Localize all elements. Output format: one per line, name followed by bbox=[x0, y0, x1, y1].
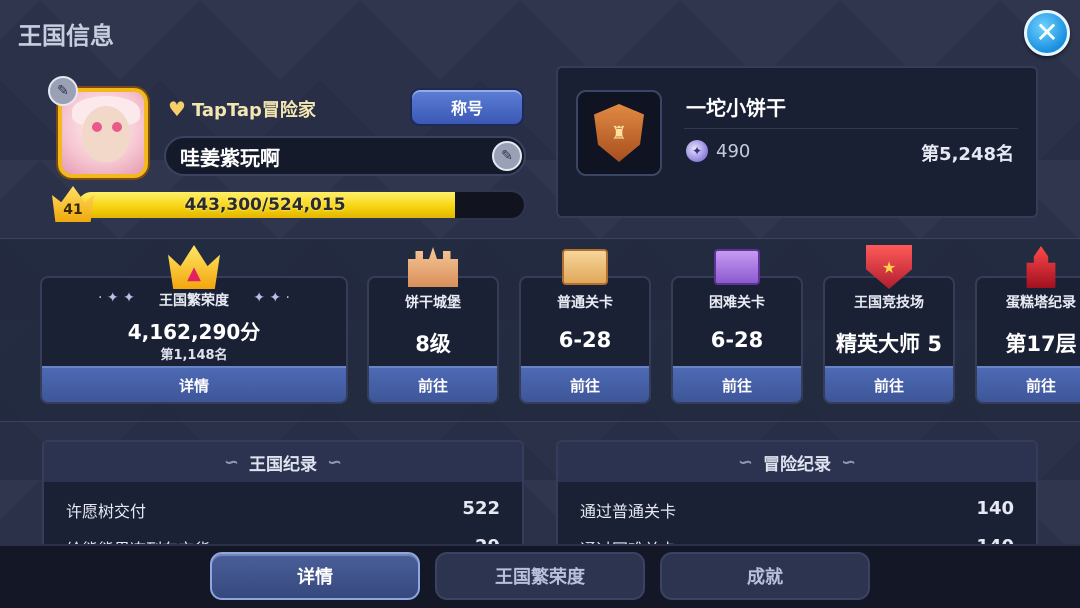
card-label: 蛋糕塔纪录 bbox=[1006, 295, 1076, 311]
nickname-field: 哇姜紫玩啊 bbox=[164, 136, 526, 176]
adventure-record-panel: ∽ 冒险纪录 ∽ 通过普通关卡 140 通过困难关卡 140 bbox=[556, 440, 1038, 560]
player-title-text: TapTap冒险家 bbox=[191, 100, 316, 121]
card-value: 6-28 bbox=[710, 328, 764, 352]
record-row: 许愿树交付 522 bbox=[66, 498, 500, 522]
edit-nickname-icon[interactable]: ✎ bbox=[492, 141, 522, 171]
swirl-right-icon: ∽ bbox=[327, 451, 343, 473]
details-button[interactable]: 详情 bbox=[42, 366, 346, 402]
card-rank: 第1,148名 bbox=[160, 348, 228, 363]
goto-button[interactable]: 前往 bbox=[977, 366, 1080, 402]
avatar-eye bbox=[112, 122, 122, 132]
card-label: 普通关卡 bbox=[557, 295, 613, 311]
arena-shield-icon: ★ bbox=[863, 244, 915, 290]
heart-icon: ♥ bbox=[168, 97, 186, 121]
tower-icon bbox=[1015, 244, 1067, 290]
kingdom-record-panel: ∽ 王国纪录 ∽ 许愿树交付 522 给熊熊果冻列车交货 29 bbox=[42, 440, 524, 560]
guild-score-value: 490 bbox=[716, 140, 751, 162]
goto-button[interactable]: 前往 bbox=[521, 366, 649, 402]
card-label: 王国竞技场 bbox=[854, 295, 924, 311]
guild-score: ✦ 490 bbox=[686, 140, 750, 162]
card-cookie-castle: 饼干城堡 8级 前往 bbox=[367, 276, 499, 404]
record-title: 王国纪录 bbox=[249, 454, 317, 475]
record-row: 通过普通关卡 140 bbox=[580, 498, 1014, 522]
title-button[interactable]: 称号 bbox=[410, 88, 524, 126]
guild-name: 一坨小饼干 bbox=[686, 96, 786, 120]
tab-kingdom-prosperity[interactable]: 王国繁荣度 bbox=[435, 552, 645, 600]
card-label: 饼干城堡 bbox=[405, 295, 461, 311]
card-value: 精英大师 5 bbox=[836, 332, 942, 356]
guild-emblem: ♜ bbox=[576, 90, 662, 176]
nickname-text: 哇姜紫玩啊 bbox=[180, 145, 280, 170]
card-value: 6-28 bbox=[558, 328, 612, 352]
card-label: 困难关卡 bbox=[709, 295, 765, 311]
card-kingdom-arena: 王国竞技场 精英大师 5 前往 bbox=[823, 276, 955, 404]
swirl-right-icon: ∽ bbox=[841, 451, 857, 473]
castle-icon bbox=[407, 244, 459, 290]
divider bbox=[684, 128, 1018, 129]
tab-achievements[interactable]: 成就 bbox=[660, 552, 870, 600]
record-header: ∽ 冒险纪录 ∽ bbox=[558, 442, 1036, 482]
swirl-left-icon: ∽ bbox=[737, 451, 753, 473]
goto-button[interactable]: 前往 bbox=[369, 366, 497, 402]
hard-map-icon bbox=[711, 244, 763, 290]
goto-button[interactable]: 前往 bbox=[825, 366, 953, 402]
record-header: ∽ 王国纪录 ∽ bbox=[44, 442, 522, 482]
card-value: 第17层 bbox=[1005, 332, 1077, 356]
prosperity-crown-icon: ▲ bbox=[168, 244, 220, 290]
card-value: 4,162,290分 bbox=[127, 320, 261, 344]
record-label: 许愿树交付 bbox=[66, 502, 147, 521]
tab-details[interactable]: 详情 bbox=[210, 552, 420, 600]
card-label: 王国繁荣度 bbox=[159, 293, 229, 309]
swirl-left-icon: ∽ bbox=[223, 451, 239, 473]
record-title: 冒险纪录 bbox=[763, 454, 831, 475]
card-cake-tower: 蛋糕塔纪录 第17层 前往 bbox=[975, 276, 1080, 404]
record-value: 140 bbox=[976, 498, 1014, 519]
guild-shield-icon: ♜ bbox=[594, 104, 644, 162]
page-title: 王国信息 bbox=[18, 22, 114, 50]
close-icon: ✕ bbox=[1035, 16, 1059, 49]
avatar-edit-icon[interactable]: ✎ bbox=[48, 76, 78, 106]
card-value: 8级 bbox=[415, 332, 451, 356]
trophy-gem-icon: ✦ bbox=[686, 140, 708, 162]
player-title: ♥ TapTap冒险家 bbox=[168, 96, 316, 122]
goto-button[interactable]: 前往 bbox=[673, 366, 801, 402]
record-label: 通过普通关卡 bbox=[580, 502, 677, 521]
avatar-face bbox=[82, 106, 130, 162]
card-kingdom-prosperity: · ✦ ✦ ✦ ✦ · 王国繁荣度 4,162,290分 第1,148名 详情 bbox=[40, 276, 348, 404]
exp-text: 443,300/524,015 bbox=[184, 195, 346, 215]
avatar-eye bbox=[92, 122, 102, 132]
card-hard-stage: 困难关卡 6-28 前往 bbox=[671, 276, 803, 404]
record-value: 522 bbox=[462, 498, 500, 519]
level-number: 41 bbox=[63, 202, 83, 218]
exp-bar: 443,300/524,015 bbox=[76, 190, 526, 220]
guild-rank: 第5,248名 bbox=[921, 144, 1014, 165]
close-button[interactable]: ✕ bbox=[1024, 10, 1070, 56]
card-normal-stage: 普通关卡 6-28 前往 bbox=[519, 276, 651, 404]
guild-panel[interactable]: ♜ 一坨小饼干 ✦ 490 第5,248名 bbox=[556, 66, 1038, 218]
normal-map-icon bbox=[559, 244, 611, 290]
